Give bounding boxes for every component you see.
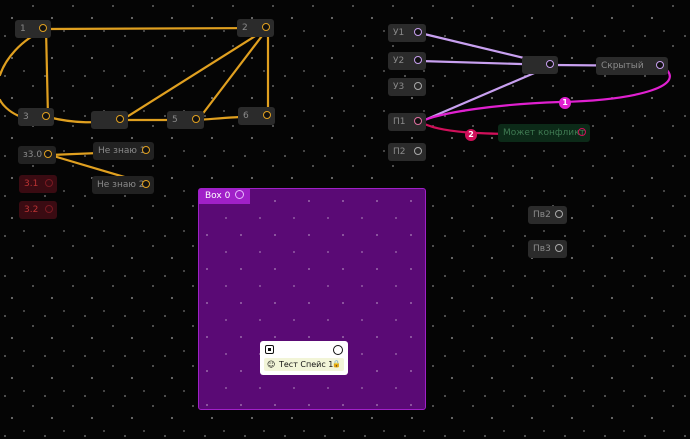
node-z30-label: з3.0 (23, 150, 43, 160)
node-pv3-label: Пв3 (533, 244, 551, 254)
node-z30[interactable]: з3.0 (18, 146, 56, 164)
node-right[interactable]: Скрытый (596, 57, 668, 75)
card-label: Тест Спейс 1 (279, 360, 334, 369)
node-u2-label: У2 (393, 56, 405, 66)
wire-badge-1[interactable]: 1 (559, 97, 571, 109)
node-5[interactable]: 5 (167, 111, 204, 129)
node-p2-port[interactable] (414, 147, 422, 155)
node-p2[interactable]: П2 (388, 143, 426, 161)
card-chip[interactable]: ☺ Тест Спейс 1 🔒 (264, 358, 344, 371)
node-4[interactable] (91, 111, 128, 129)
box-header[interactable]: Box 0 (199, 189, 251, 204)
node-3-1-label: 3.1 (24, 179, 39, 189)
box-container[interactable]: Box 0 (198, 188, 426, 410)
smile-icon: ☺ (267, 360, 276, 369)
node-z30-port[interactable] (44, 150, 52, 158)
node-mid-port[interactable] (546, 60, 554, 68)
node-ne-znayu-2[interactable]: Не знаю 2 (92, 176, 154, 194)
node-u2[interactable]: У2 (388, 52, 426, 70)
card-port-icon[interactable] (333, 345, 343, 355)
node-6[interactable]: 6 (238, 107, 275, 125)
node-2[interactable]: 2 (237, 19, 274, 37)
node-p1-label: П1 (393, 117, 406, 127)
node-u3[interactable]: У3 (388, 78, 426, 96)
node-u1-port[interactable] (414, 28, 422, 36)
node-ne-znayu-1-label: Не знаю 1 (98, 146, 146, 156)
node-3-label: 3 (23, 112, 29, 122)
node-pv2-label: Пв2 (533, 210, 551, 220)
node-4-port[interactable] (116, 115, 124, 123)
node-u3-label: У3 (393, 82, 405, 92)
node-green[interactable]: Может конфликт (498, 124, 590, 142)
node-3[interactable]: 3 (18, 108, 54, 126)
node-2-port[interactable] (262, 23, 270, 31)
node-1[interactable]: 1 (15, 20, 51, 38)
node-1-port[interactable] (39, 24, 47, 32)
node-pv3-port[interactable] (555, 244, 563, 252)
node-ne-znayu-1[interactable]: Не знаю 1 (93, 142, 154, 160)
node-pv3[interactable]: Пв3 (528, 240, 567, 258)
wire-1-3 (44, 27, 50, 119)
node-pv2[interactable]: Пв2 (528, 206, 567, 224)
card-toggle-icon[interactable] (265, 345, 274, 354)
node-mid[interactable] (522, 56, 558, 74)
wire-endpoints (43, 25, 271, 187)
node-ne-znayu-1-port[interactable] (142, 146, 150, 154)
node-6-label: 6 (243, 111, 249, 121)
node-6-port[interactable] (263, 111, 271, 119)
node-3-2-port[interactable] (45, 205, 53, 213)
node-p1[interactable]: П1 (388, 113, 426, 131)
node-5-port[interactable] (192, 115, 200, 123)
lock-icon: 🔒 (332, 360, 341, 368)
node-3-2[interactable]: 3.2 (19, 201, 57, 219)
node-u2-port[interactable] (414, 56, 422, 64)
box-port-icon[interactable] (235, 190, 245, 199)
box-title: Box 0 (205, 191, 231, 201)
node-pv2-port[interactable] (555, 210, 563, 218)
node-p2-label: П2 (393, 147, 406, 157)
node-ne-znayu-2-port[interactable] (142, 180, 150, 188)
node-1-label: 1 (20, 24, 26, 34)
node-right-port[interactable] (656, 61, 664, 69)
node-3-1-port[interactable] (45, 179, 53, 187)
wire-badge-2[interactable]: 2 (465, 129, 477, 141)
node-2-label: 2 (242, 23, 248, 33)
node-5-label: 5 (172, 115, 178, 125)
node-u3-port[interactable] (414, 82, 422, 90)
node-p1-port[interactable] (414, 117, 422, 125)
node-green-port[interactable] (578, 128, 586, 136)
node-3-1[interactable]: 3.1 (19, 175, 57, 193)
node-3-port[interactable] (42, 112, 50, 120)
node-u1-label: У1 (393, 28, 405, 38)
space-card[interactable]: ☺ Тест Спейс 1 🔒 (260, 341, 348, 375)
node-3-2-label: 3.2 (24, 205, 39, 215)
node-green-label: Может конфликт (503, 128, 585, 138)
node-u1[interactable]: У1 (388, 24, 426, 42)
node-right-label: Скрытый (601, 61, 644, 71)
wire-1-2 (44, 26, 270, 31)
node-ne-znayu-2-label: Не знаю 2 (97, 180, 145, 190)
